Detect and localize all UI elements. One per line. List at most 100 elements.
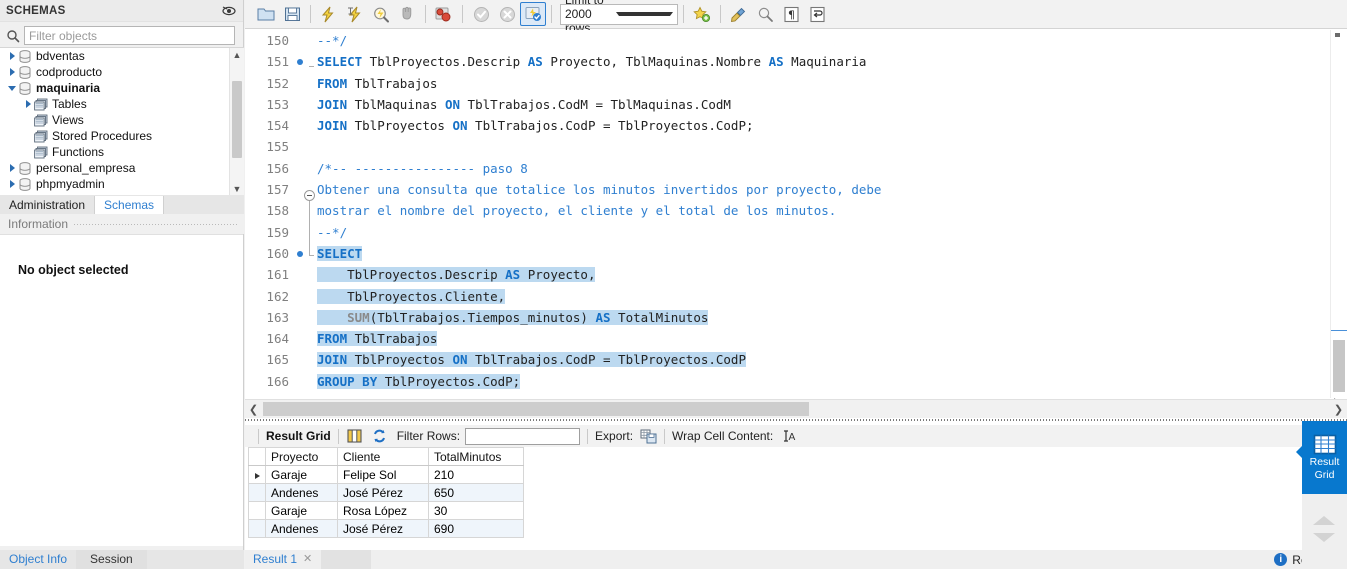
code-line[interactable]: 154 JOIN TblProyectos ON TblTrabajos.CodP…	[245, 115, 1330, 136]
table-row[interactable]: Andenes José Pérez 650	[248, 483, 524, 502]
tree-item-phpmyadmin[interactable]: phpmyadmin	[0, 176, 229, 192]
table-cell[interactable]: 650	[428, 483, 524, 502]
scroll-right-icon[interactable]: ❯	[1330, 400, 1347, 419]
tab-administration[interactable]: Administration	[0, 196, 96, 214]
filter-rows-input[interactable]	[465, 427, 581, 445]
execute-current-statement-icon[interactable]	[342, 2, 368, 26]
row-marker[interactable]	[248, 519, 266, 538]
table-row[interactable]: Andenes José Pérez 690	[248, 519, 524, 538]
chevron-right-icon[interactable]	[6, 66, 18, 78]
schema-tree[interactable]: bdventas codproducto maquinaria Tables Views…	[0, 47, 244, 195]
tree-item-maquinaria[interactable]: maquinaria	[0, 80, 229, 96]
scroll-left-icon[interactable]: ❮	[245, 400, 262, 419]
table-cell[interactable]: Rosa López	[337, 501, 429, 520]
tree-item-codproducto[interactable]: codproducto	[0, 64, 229, 80]
table-cell[interactable]: José Pérez	[337, 483, 429, 502]
breakpoint-marker-icon[interactable]	[297, 59, 303, 66]
fold-marker-icon[interactable]	[304, 190, 315, 201]
table-cell[interactable]: Garaje	[265, 501, 338, 520]
column-header[interactable]: Proyecto	[265, 447, 338, 466]
tab-schemas[interactable]: Schemas	[95, 196, 165, 214]
row-marker[interactable]	[248, 465, 266, 484]
scroll-down-icon[interactable]: ▼	[230, 182, 244, 195]
chevron-right-icon[interactable]	[22, 98, 34, 110]
code-line[interactable]: 166 GROUP BY TblProyectos.CodP;	[245, 371, 1330, 392]
tab-session[interactable]: Session	[76, 550, 147, 569]
breakpoint-marker-icon[interactable]	[297, 250, 303, 257]
code-line[interactable]: 156 /*-- ---------------- paso 8	[245, 158, 1330, 179]
column-header[interactable]: TotalMinutos	[428, 447, 524, 466]
export-icon[interactable]	[639, 428, 657, 444]
chevron-down-icon[interactable]	[6, 82, 18, 94]
add-snippet-icon[interactable]	[689, 2, 715, 26]
tab-object-info[interactable]: Object Info	[0, 550, 76, 569]
grid-view-icon[interactable]	[346, 428, 364, 444]
table-cell[interactable]: 30	[428, 501, 524, 520]
editor-vertical-scrollbar[interactable]: ▶	[1330, 30, 1347, 406]
code-line[interactable]: 151 SELECT TblProyectos.Descrip AS Proyec…	[245, 51, 1330, 72]
table-row[interactable]: Garaje Rosa López 30	[248, 501, 524, 520]
tree-item-bdventas[interactable]: bdventas	[0, 48, 229, 64]
explain-statement-icon[interactable]	[368, 2, 394, 26]
code-line[interactable]: 157 Obtener una consulta que totalice los…	[245, 179, 1330, 200]
tree-item-views[interactable]: Views	[0, 112, 229, 128]
column-header[interactable]: Cliente	[337, 447, 429, 466]
sql-code-editor[interactable]: 150 --*/ 151 SELECT TblProyectos.Descrip AS…	[245, 30, 1330, 398]
result-table[interactable]: Proyecto Cliente TotalMinutos Garaje Felipe …	[248, 447, 524, 538]
tree-item-functions[interactable]: Functions	[0, 144, 229, 160]
table-cell[interactable]: 210	[428, 465, 524, 484]
code-line[interactable]: 150 --*/	[245, 30, 1330, 51]
find-icon[interactable]	[752, 2, 778, 26]
refresh-icon[interactable]	[371, 428, 389, 444]
code-line[interactable]: 162 TblProyectos.Cliente,	[245, 286, 1330, 307]
open-sql-file-icon[interactable]	[253, 2, 279, 26]
wrap-cell-icon[interactable]: A	[780, 428, 798, 444]
row-marker[interactable]	[248, 483, 266, 502]
row-marker[interactable]	[248, 501, 266, 520]
tree-item-tables[interactable]: Tables	[0, 96, 229, 112]
chevron-up-icon[interactable]	[1313, 516, 1335, 525]
chevron-right-icon[interactable]	[6, 162, 18, 174]
result-tab-1[interactable]: Result 1 ✕	[253, 550, 312, 569]
code-line[interactable]: 160 SELECT	[245, 243, 1330, 264]
save-sql-file-icon[interactable]	[279, 2, 305, 26]
code-line[interactable]: 158 mostrar el nombre del proyecto, el cl…	[245, 200, 1330, 221]
table-cell[interactable]: José Pérez	[337, 519, 429, 538]
table-cell[interactable]: Andenes	[265, 519, 338, 538]
result-grid[interactable]: Proyecto Cliente TotalMinutos Garaje Felipe …	[248, 447, 1285, 538]
table-row[interactable]: Garaje Felipe Sol 210	[248, 465, 524, 484]
code-line[interactable]: 164 FROM TblTrabajos	[245, 328, 1330, 349]
chevron-down-icon[interactable]	[1313, 533, 1335, 542]
toggle-wrapping-icon[interactable]	[804, 2, 830, 26]
row-limit-dropdown[interactable]: Limit to 2000 rows	[560, 0, 678, 35]
side-tab-result-grid[interactable]: Result Grid	[1296, 421, 1347, 494]
table-cell[interactable]: 690	[428, 519, 524, 538]
toggle-stop-on-error-icon[interactable]	[431, 2, 457, 26]
tree-item-stored-procedures[interactable]: Stored Procedures	[0, 128, 229, 144]
code-line[interactable]: 153 JOIN TblMaquinas ON TblTrabajos.CodM …	[245, 94, 1330, 115]
code-line[interactable]: 161 TblProyectos.Descrip AS Proyecto,	[245, 264, 1330, 285]
eye-icon[interactable]	[221, 4, 237, 18]
beautify-sql-icon[interactable]	[726, 2, 752, 26]
code-line[interactable]: 159 --*/	[245, 222, 1330, 243]
code-line[interactable]: 163 SUM(TblTrabajos.Tiempos_minutos) AS …	[245, 307, 1330, 328]
table-cell[interactable]: Felipe Sol	[337, 465, 429, 484]
scrollbar-thumb[interactable]	[263, 402, 809, 416]
code-line[interactable]: 165 JOIN TblProyectos ON TblTrabajos.CodP…	[245, 349, 1330, 370]
tree-item-personal_empresa[interactable]: personal_empresa	[0, 160, 229, 176]
scrollbar-thumb[interactable]	[1333, 340, 1345, 392]
table-cell[interactable]: Andenes	[265, 483, 338, 502]
execute-statement-icon[interactable]	[316, 2, 342, 26]
code-line[interactable]: 155	[245, 136, 1330, 157]
editor-horizontal-scrollbar[interactable]: ❮ ❯	[245, 399, 1347, 418]
scroll-up-icon[interactable]: ▲	[230, 48, 244, 62]
close-icon[interactable]: ✕	[303, 550, 312, 569]
pane-splitter[interactable]	[245, 419, 1347, 421]
schema-tree-scrollbar[interactable]: ▲ ▼	[229, 48, 244, 195]
filter-objects-input[interactable]	[24, 26, 235, 45]
autocommit-icon[interactable]	[520, 2, 546, 26]
scrollbar-thumb[interactable]	[232, 81, 242, 158]
code-line[interactable]: 152 FROM TblTrabajos	[245, 73, 1330, 94]
chevron-right-icon[interactable]	[6, 50, 18, 62]
toggle-invisible-chars-icon[interactable]: ¶	[778, 2, 804, 26]
